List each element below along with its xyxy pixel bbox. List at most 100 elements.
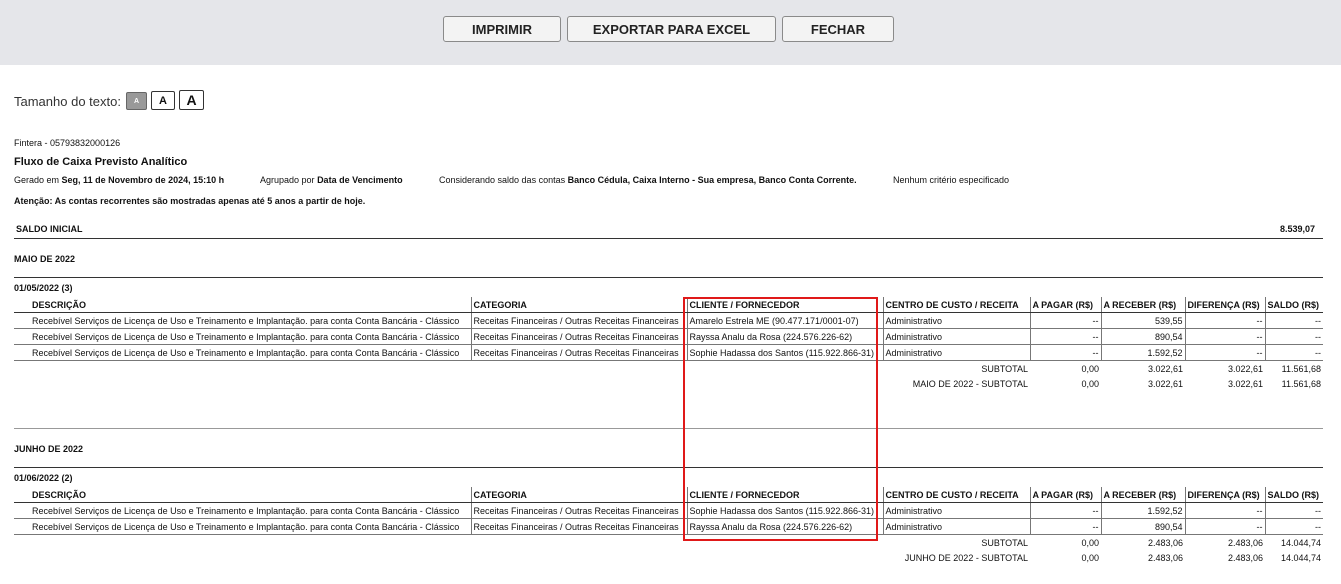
subtotal-pagar: 0,00 (1081, 537, 1099, 548)
cell-saldo: -- (1265, 328, 1323, 345)
cell-pagar: -- (1030, 344, 1102, 361)
cell-saldo: -- (1265, 502, 1323, 519)
transactions-table: DESCRIÇÃO CATEGORIA CLIENTE / FORNECEDOR… (14, 297, 1323, 391)
col-categoria: CATEGORIA (471, 297, 688, 313)
grouped-value: Data de Vencimento (317, 175, 403, 185)
cell-pagar: -- (1030, 312, 1102, 329)
col-saldo: SALDO (R$) (1265, 487, 1323, 503)
col-centro: CENTRO DE CUSTO / RECEITA (883, 297, 1031, 313)
col-pagar: A PAGAR (R$) (1030, 487, 1102, 503)
cell-descricao: Recebível Serviços de Licença de Uso e T… (14, 502, 472, 519)
cell-centro: Administrativo (883, 502, 1031, 519)
table-row: Recebível Serviços de Licença de Uso e T… (14, 502, 1323, 519)
month-subtotal-label: JUNHO DE 2022 - SUBTOTAL (904, 552, 1028, 563)
col-diferenca: DIFERENÇA (R$) (1185, 487, 1266, 503)
cell-diferenca: -- (1185, 312, 1266, 329)
cell-centro: Administrativo (883, 344, 1031, 361)
subtotal-diferenca: 3.022,61 (1227, 363, 1263, 374)
recurring-warning: Atenção: As contas recorrentes são mostr… (14, 196, 366, 206)
month-subtotal-diferenca: 3.022,61 (1227, 378, 1263, 389)
export-excel-button[interactable]: EXPORTAR PARA EXCEL (567, 16, 776, 42)
cell-receber: 1.592,52 (1101, 502, 1186, 519)
month-subtotal-receber: 2.483,06 (1147, 552, 1183, 563)
col-pagar: A PAGAR (R$) (1030, 297, 1102, 313)
generated-info: Gerado em Seg, 11 de Novembro de 2024, 1… (14, 175, 224, 185)
cell-pagar: -- (1030, 502, 1102, 519)
col-diferenca: DIFERENÇA (R$) (1185, 297, 1266, 313)
grouped-info: Agrupado por Data de Vencimento (260, 175, 403, 185)
subtotal-saldo: 11.561,68 (1281, 363, 1321, 374)
subtotal-label: SUBTOTAL (981, 363, 1028, 374)
cell-pagar: -- (1030, 518, 1102, 535)
divider (14, 467, 1323, 468)
cell-descricao: Recebível Serviços de Licença de Uso e T… (14, 312, 472, 329)
divider (14, 277, 1323, 278)
cell-saldo: -- (1265, 312, 1323, 329)
cell-centro: Administrativo (883, 312, 1031, 329)
col-centro: CENTRO DE CUSTO / RECEITA (883, 487, 1031, 503)
col-categoria: CATEGORIA (471, 487, 688, 503)
cell-diferenca: -- (1185, 344, 1266, 361)
text-size-medium-button[interactable]: A (151, 91, 175, 110)
month-subtotal-diferenca: 2.483,06 (1227, 552, 1263, 563)
subtotal-receber: 3.022,61 (1147, 363, 1183, 374)
col-receber: A RECEBER (R$) (1101, 297, 1186, 313)
balance-info: Considerando saldo das contas Banco Cédu… (439, 175, 857, 185)
cell-diferenca: -- (1185, 502, 1266, 519)
criteria-info: Nenhum critério especificado (893, 175, 1010, 185)
print-button[interactable]: IMPRIMIR (443, 16, 561, 42)
text-size-large-button[interactable]: A (179, 90, 204, 110)
cell-cliente: Sophie Hadassa dos Santos (115.922.866-3… (687, 344, 884, 361)
divider (14, 238, 1323, 239)
month-subtotal-pagar: 0,00 (1081, 378, 1099, 389)
cell-saldo: -- (1265, 518, 1323, 535)
month-subtotal-row: MAIO DE 2022 - SUBTOTAL 0,00 3.022,61 3.… (14, 376, 1323, 391)
initial-balance-value: 8.539,07 (1279, 224, 1315, 234)
cell-receber: 890,54 (1101, 518, 1186, 535)
cell-saldo: -- (1265, 344, 1323, 361)
date-group-label: 01/06/2022 (2) (14, 473, 73, 483)
table-row: Recebível Serviços de Licença de Uso e T… (14, 518, 1323, 535)
text-size-small-button[interactable]: A (126, 92, 147, 110)
month-subtotal-receber: 3.022,61 (1147, 378, 1183, 389)
table-row: Recebível Serviços de Licença de Uso e T… (14, 312, 1323, 329)
month-title: JUNHO DE 2022 (14, 444, 84, 454)
col-receber: A RECEBER (R$) (1101, 487, 1186, 503)
report-title: Fluxo de Caixa Previsto Analítico (14, 156, 188, 168)
cell-descricao: Recebível Serviços de Licença de Uso e T… (14, 344, 472, 361)
col-descricao: DESCRIÇÃO (14, 487, 472, 503)
subtotal-row: SUBTOTAL 0,00 2.483,06 2.483,06 14.044,7… (14, 535, 1323, 551)
col-saldo: SALDO (R$) (1265, 297, 1323, 313)
text-size-label: Tamanho do texto: (14, 94, 121, 109)
cell-categoria: Receitas Financeiras / Outras Receitas F… (471, 518, 688, 535)
month-subtotal-row: JUNHO DE 2022 - SUBTOTAL 0,00 2.483,06 2… (14, 550, 1323, 565)
balance-prefix: Considerando saldo das contas (439, 175, 566, 185)
cell-centro: Administrativo (883, 328, 1031, 345)
cell-centro: Administrativo (883, 518, 1031, 535)
cell-descricao: Recebível Serviços de Licença de Uso e T… (14, 518, 472, 535)
cell-receber: 1.592,52 (1101, 344, 1186, 361)
month-subtotal-saldo: 14.044,74 (1280, 552, 1321, 563)
cell-cliente: Amarelo Estrela ME (90.477.171/0001-07) (687, 312, 884, 329)
month-title: MAIO DE 2022 (14, 254, 76, 264)
grouped-prefix: Agrupado por (260, 175, 315, 185)
month-subtotal-label: MAIO DE 2022 - SUBTOTAL (912, 378, 1028, 389)
close-button[interactable]: FECHAR (782, 16, 894, 42)
col-cliente: CLIENTE / FORNECEDOR (687, 297, 884, 313)
cell-diferenca: -- (1185, 328, 1266, 345)
table-row: Recebível Serviços de Licença de Uso e T… (14, 328, 1323, 345)
initial-balance-label: SALDO INICIAL (16, 224, 83, 234)
generated-prefix: Gerado em (14, 175, 60, 185)
cell-cliente: Rayssa Analu da Rosa (224.576.226-62) (687, 328, 884, 345)
col-descricao: DESCRIÇÃO (14, 297, 472, 313)
subtotal-label: SUBTOTAL (981, 537, 1028, 548)
month-subtotal-pagar: 0,00 (1081, 552, 1099, 563)
date-group-label: 01/05/2022 (3) (14, 283, 73, 293)
balance-value: Banco Cédula, Caixa Interno - Sua empres… (567, 175, 857, 185)
col-cliente: CLIENTE / FORNECEDOR (687, 487, 884, 503)
month-subtotal-saldo: 11.561,68 (1281, 378, 1321, 389)
cell-categoria: Receitas Financeiras / Outras Receitas F… (471, 328, 688, 345)
cell-pagar: -- (1030, 328, 1102, 345)
cell-diferenca: -- (1185, 518, 1266, 535)
cell-cliente: Sophie Hadassa dos Santos (115.922.866-3… (687, 502, 884, 519)
